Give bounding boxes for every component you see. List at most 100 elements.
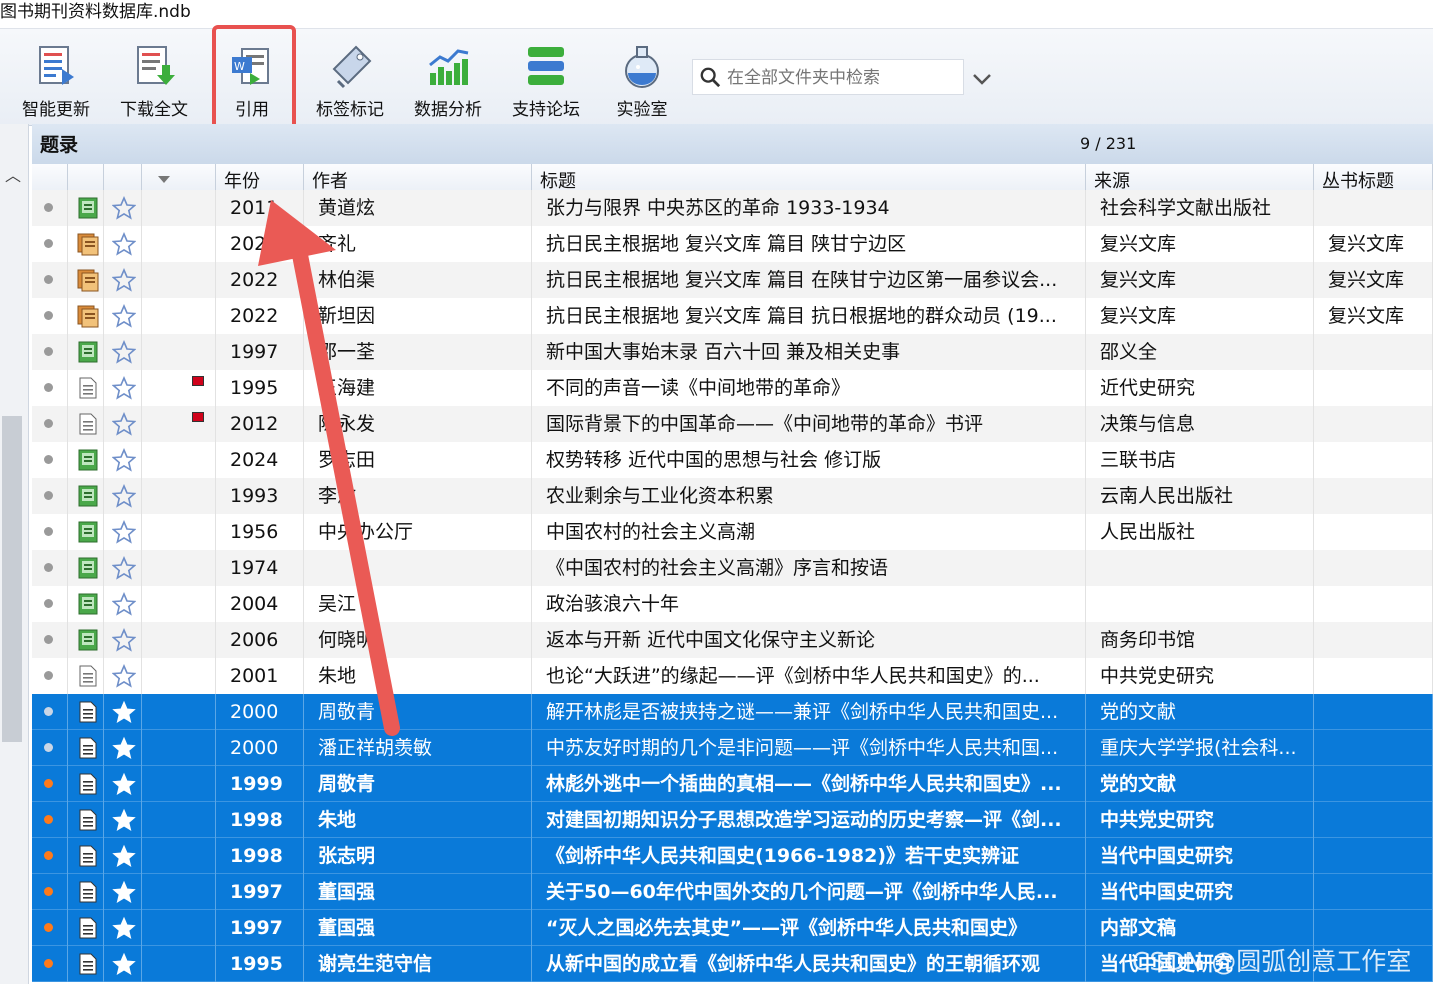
star-icon[interactable] xyxy=(112,772,136,796)
flag-cell[interactable] xyxy=(142,334,216,370)
tag-mark-button[interactable]: 标签标记 xyxy=(302,37,398,120)
flag-cell[interactable] xyxy=(142,766,216,802)
read-status-cell[interactable] xyxy=(32,298,68,334)
read-status-cell[interactable] xyxy=(32,658,68,694)
sort-dropdown-icon[interactable] xyxy=(158,176,170,183)
star-icon[interactable] xyxy=(112,952,136,976)
star-cell[interactable] xyxy=(104,586,142,622)
table-row[interactable]: 1974 《中国农村的社会主义高潮》序言和按语 xyxy=(32,550,1433,586)
left-scrollbar[interactable]: ︿ xyxy=(0,124,29,984)
table-row[interactable]: 1998 张志明 《剑桥中华人民共和国史(1966-1982)》若干史实辨证 当代中国… xyxy=(32,838,1433,874)
read-status-cell[interactable] xyxy=(32,370,68,406)
star-icon[interactable] xyxy=(111,663,137,688)
star-icon[interactable] xyxy=(111,375,137,400)
flag-cell[interactable] xyxy=(142,802,216,838)
star-cell[interactable] xyxy=(104,226,142,262)
star-icon[interactable] xyxy=(111,447,137,472)
type-cell[interactable] xyxy=(68,550,104,586)
star-cell[interactable] xyxy=(104,190,142,226)
read-status-cell[interactable] xyxy=(32,730,68,766)
read-status-cell[interactable] xyxy=(32,442,68,478)
flag-cell[interactable] xyxy=(142,550,216,586)
read-status-cell[interactable] xyxy=(32,622,68,658)
flag-cell[interactable] xyxy=(142,622,216,658)
flag-cell[interactable] xyxy=(142,838,216,874)
star-cell[interactable] xyxy=(104,946,142,982)
table-row[interactable]: 2000 周敬青 解开林彪是否被挟持之谜——兼评《剑桥中华人民共和国史... 党的文献 xyxy=(32,694,1433,730)
table-row[interactable]: 2004 吴江 政治骇浪六十年 xyxy=(32,586,1433,622)
data-analysis-button[interactable]: 数据分析 xyxy=(400,37,496,120)
table-row[interactable]: 2001 朱地 也论“大跃进”的缘起——评《剑桥中华人民共和国史》的... 中共党史研… xyxy=(32,658,1433,694)
flag-cell[interactable] xyxy=(142,262,216,298)
type-cell[interactable] xyxy=(68,190,104,226)
read-status-cell[interactable] xyxy=(32,838,68,874)
star-icon[interactable] xyxy=(111,519,137,544)
read-status-cell[interactable] xyxy=(32,334,68,370)
support-forum-button[interactable]: 支持论坛 xyxy=(498,37,594,120)
star-icon[interactable] xyxy=(112,736,136,760)
read-status-cell[interactable] xyxy=(32,874,68,910)
type-cell[interactable] xyxy=(68,622,104,658)
star-cell[interactable] xyxy=(104,766,142,802)
chevron-down-icon[interactable] xyxy=(970,67,994,91)
type-cell[interactable] xyxy=(68,406,104,442)
table-row[interactable]: 1993 李溦 农业剩余与工业化资本积累 云南人民出版社 xyxy=(32,478,1433,514)
type-cell[interactable] xyxy=(68,478,104,514)
table-row[interactable]: 2011 黄道炫 张力与限界 中央苏区的革命 1933-1934 社会科学文献出版社 xyxy=(32,190,1433,226)
search-input[interactable] xyxy=(725,62,963,94)
star-cell[interactable] xyxy=(104,838,142,874)
table-row[interactable]: 1997 邵一荃 新中国大事始末录 百六十回 兼及相关史事 邵义全 xyxy=(32,334,1433,370)
read-status-cell[interactable] xyxy=(32,226,68,262)
flag-cell[interactable] xyxy=(142,910,216,946)
star-icon[interactable] xyxy=(112,916,136,940)
type-cell[interactable] xyxy=(68,370,104,406)
star-cell[interactable] xyxy=(104,910,142,946)
star-cell[interactable] xyxy=(104,694,142,730)
download-fulltext-button[interactable]: 下载全文 xyxy=(106,37,202,120)
read-status-cell[interactable] xyxy=(32,946,68,982)
star-icon[interactable] xyxy=(112,700,136,724)
star-cell[interactable] xyxy=(104,478,142,514)
scroll-thumb[interactable] xyxy=(2,416,22,742)
star-icon[interactable] xyxy=(112,844,136,868)
flag-cell[interactable] xyxy=(142,226,216,262)
flag-cell[interactable] xyxy=(142,694,216,730)
read-status-cell[interactable] xyxy=(32,190,68,226)
star-icon[interactable] xyxy=(111,627,137,652)
read-status-cell[interactable] xyxy=(32,478,68,514)
star-icon[interactable] xyxy=(112,880,136,904)
table-row[interactable]: 2024 罗志田 权势转移 近代中国的思想与社会 修订版 三联书店 xyxy=(32,442,1433,478)
table-row[interactable]: 2022 靳坦因 抗日民主根据地 复兴文库 篇目 抗日根据地的群众动员 (19...… xyxy=(32,298,1433,334)
read-status-cell[interactable] xyxy=(32,766,68,802)
table-row[interactable]: 1995 王海建 不同的声音一读《中间地带的革命》 近代史研究 xyxy=(32,370,1433,406)
read-status-cell[interactable] xyxy=(32,802,68,838)
star-cell[interactable] xyxy=(104,622,142,658)
star-cell[interactable] xyxy=(104,874,142,910)
star-icon[interactable] xyxy=(111,411,137,436)
flag-cell[interactable] xyxy=(142,190,216,226)
star-cell[interactable] xyxy=(104,370,142,406)
flag-cell[interactable] xyxy=(142,730,216,766)
table-row[interactable]: 2022 林伯渠 抗日民主根据地 复兴文库 篇目 在陕甘宁边区第一届参议会... 复兴… xyxy=(32,262,1433,298)
read-status-cell[interactable] xyxy=(32,586,68,622)
flag-cell[interactable] xyxy=(142,442,216,478)
read-status-cell[interactable] xyxy=(32,406,68,442)
flag-cell[interactable] xyxy=(142,478,216,514)
star-cell[interactable] xyxy=(104,802,142,838)
star-icon[interactable] xyxy=(111,555,137,580)
type-cell[interactable] xyxy=(68,838,104,874)
read-status-cell[interactable] xyxy=(32,550,68,586)
star-cell[interactable] xyxy=(104,514,142,550)
table-row[interactable]: 1997 董国强 关于50—60年代中国外交的几个问题—评《剑桥中华人民... 当代中… xyxy=(32,874,1433,910)
star-icon[interactable] xyxy=(111,267,137,292)
read-status-cell[interactable] xyxy=(32,262,68,298)
flag-cell[interactable] xyxy=(142,370,216,406)
search-box[interactable] xyxy=(692,59,964,95)
star-icon[interactable] xyxy=(111,339,137,364)
type-cell[interactable] xyxy=(68,298,104,334)
type-cell[interactable] xyxy=(68,262,104,298)
type-cell[interactable] xyxy=(68,514,104,550)
type-cell[interactable] xyxy=(68,334,104,370)
type-cell[interactable] xyxy=(68,766,104,802)
type-cell[interactable] xyxy=(68,730,104,766)
